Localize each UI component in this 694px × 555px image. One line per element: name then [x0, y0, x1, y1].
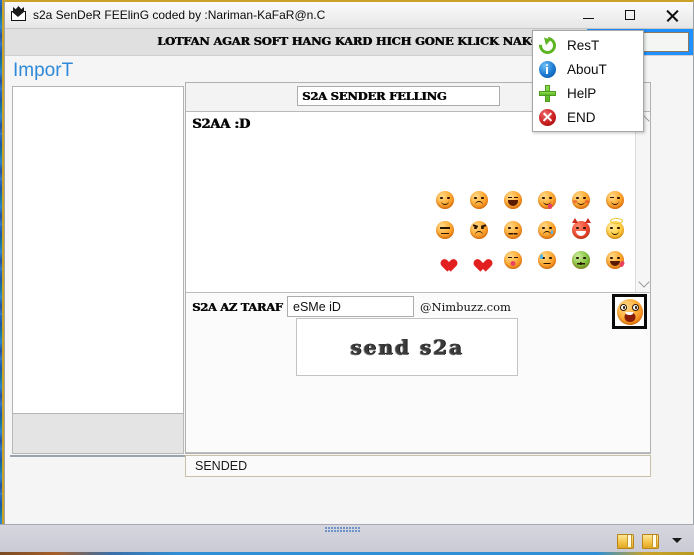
emoji-party[interactable] — [598, 245, 632, 275]
plus-icon — [533, 81, 561, 105]
menu-item-help-label: HelP — [567, 85, 597, 101]
emoji-sad[interactable] — [462, 185, 496, 215]
menu-item-about-label: AbouT — [567, 61, 607, 77]
minimize-icon — [582, 17, 594, 20]
window-title: s2a SenDeR FEElinG coded by :Nariman-KaF… — [33, 8, 326, 22]
emoji-wink[interactable] — [598, 185, 632, 215]
window-lower-filler — [5, 478, 693, 526]
broken-heart-icon — [471, 253, 487, 268]
send-button-label: send s2a — [350, 335, 464, 359]
message-text: S2AA :D — [192, 117, 250, 132]
close-button[interactable] — [651, 2, 693, 28]
minimize-button[interactable] — [567, 2, 609, 28]
envelope-icon — [10, 6, 28, 24]
scroll-down-icon[interactable] — [638, 276, 650, 288]
shocked-face-icon — [616, 298, 643, 325]
close-icon — [666, 9, 679, 22]
menu-item-end-label: END — [567, 109, 596, 125]
send-button[interactable]: send s2a — [296, 318, 518, 376]
from-label: S2A AZ TARAF : — [192, 300, 291, 314]
compose-panel-divider — [186, 452, 650, 453]
status-bar: SENDED — [185, 455, 651, 477]
menu-item-rest[interactable]: ResT — [533, 33, 643, 57]
emoji-picker-grid[interactable] — [428, 185, 632, 275]
emoji-neutral[interactable] — [428, 215, 462, 245]
folder-icon-2[interactable] — [642, 534, 659, 549]
refresh-icon — [533, 33, 561, 57]
emoji-sweat[interactable] — [530, 245, 564, 275]
emoji-heart[interactable] — [428, 245, 462, 275]
heart-icon — [437, 253, 453, 268]
emoji-tongue[interactable] — [530, 185, 564, 215]
info-icon — [533, 57, 561, 81]
emoji-smile[interactable] — [428, 185, 462, 215]
import-listbox[interactable] — [12, 86, 184, 414]
emoji-angry[interactable] — [462, 215, 496, 245]
folder-icon-1[interactable] — [617, 534, 634, 549]
import-footer-bar — [12, 414, 184, 454]
menu-item-rest-label: ResT — [567, 37, 600, 53]
status-text: SENDED — [195, 459, 248, 473]
compose-panel: S2A SENDER FELLING S2AA :D S2A AZ TARAF … — [185, 82, 651, 454]
menu-item-about[interactable]: AbouT — [533, 57, 643, 81]
message-scrollbar[interactable] — [635, 112, 650, 292]
taskbar-resize-grip — [325, 527, 361, 532]
context-menu[interactable]: ResT AbouT HelP END — [532, 30, 644, 132]
emoji-crying[interactable] — [530, 215, 564, 245]
menu-item-help[interactable]: HelP — [533, 81, 643, 105]
title-bar[interactable]: s2a SenDeR FEElinG coded by :Nariman-KaF… — [5, 2, 693, 29]
emoji-confused[interactable] — [496, 215, 530, 245]
emoji-sick[interactable] — [564, 245, 598, 275]
import-label[interactable]: ImporT — [13, 60, 73, 82]
avatar[interactable] — [612, 294, 647, 329]
taskbar[interactable] — [0, 524, 694, 555]
maximize-button[interactable] — [609, 2, 651, 28]
message-textarea[interactable]: S2AA :D — [186, 112, 650, 293]
application-window: s2a SenDeR FEElinG coded by :Nariman-KaF… — [4, 0, 694, 527]
emoji-kiss[interactable] — [496, 245, 530, 275]
menu-item-end[interactable]: END — [533, 105, 643, 129]
from-id-input[interactable]: eSMe iD — [287, 296, 414, 317]
emoji-laugh[interactable] — [496, 185, 530, 215]
chevron-down-icon[interactable] — [672, 538, 682, 543]
import-bottom-divider — [10, 455, 187, 457]
emoji-devil[interactable] — [564, 215, 598, 245]
emoji-angel[interactable] — [598, 215, 632, 245]
emoji-blush[interactable] — [564, 185, 598, 215]
emoji-broken-heart[interactable] — [462, 245, 496, 275]
maximize-icon — [625, 10, 635, 20]
subject-input[interactable]: S2A SENDER FELLING — [297, 86, 500, 106]
close-circle-icon — [533, 105, 561, 129]
from-domain-label: @Nimbuzz.com — [420, 300, 511, 314]
